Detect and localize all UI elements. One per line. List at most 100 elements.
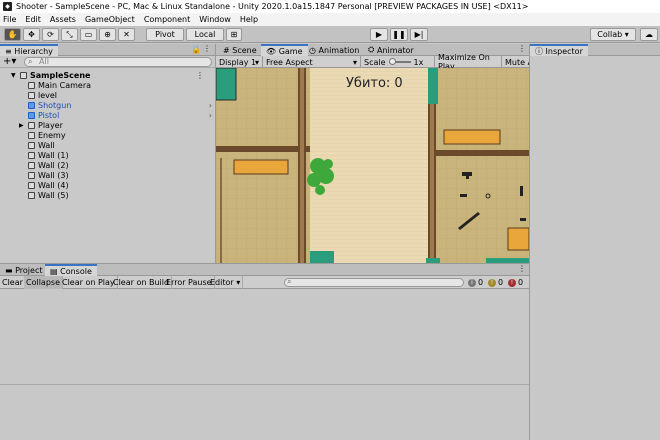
gameobject-icon bbox=[28, 81, 35, 89]
display-dropdown[interactable]: Display 1 ▾ bbox=[216, 56, 263, 68]
lock-icon[interactable]: 🔒 bbox=[191, 45, 201, 54]
hierarchy-item-label: Wall (5) bbox=[38, 190, 69, 200]
gameobject-icon bbox=[28, 111, 35, 119]
move-tool-icon[interactable]: ✥ bbox=[23, 28, 40, 41]
tab-project[interactable]: ▬ Project bbox=[0, 264, 47, 276]
info-count-toggle[interactable]: i0 bbox=[468, 277, 483, 288]
scale-tool-icon[interactable]: ⤡ bbox=[61, 28, 78, 41]
gameobject-icon bbox=[28, 151, 35, 159]
unity-logo-icon: ◆ bbox=[3, 2, 12, 11]
gameobject-icon bbox=[28, 191, 35, 199]
hierarchy-item[interactable]: Wall (5) bbox=[28, 190, 218, 200]
menu-window[interactable]: Window bbox=[199, 15, 231, 24]
collab-dropdown[interactable]: Collab ▾ bbox=[590, 28, 636, 41]
window-title: Shooter - SampleScene - PC, Mac & Linux … bbox=[16, 2, 529, 11]
rect-tool-icon[interactable]: ▭ bbox=[80, 28, 97, 41]
hierarchy-panel: ≡ Hierarchy 🔒 ⋮ +▾ All ⌕ ▼ SampleScene ⋮ Ma… bbox=[0, 44, 216, 263]
game-view-toolbar: Display 1 ▾ Free Aspect ▾ Scale 1x Maximiz… bbox=[216, 53, 529, 71]
info-icon: i bbox=[468, 278, 476, 287]
hierarchy-item[interactable]: Wall (1) bbox=[28, 150, 218, 160]
panel-menu-icon[interactable]: ⋮ bbox=[518, 264, 526, 273]
error-pause-button[interactable]: Error Pause bbox=[164, 276, 215, 289]
cloud-icon[interactable]: ☁ bbox=[640, 28, 658, 41]
prefab-open-icon[interactable]: › bbox=[209, 111, 212, 120]
step-icon[interactable]: ▶| bbox=[410, 28, 428, 41]
hierarchy-item[interactable]: Main Camera bbox=[28, 80, 218, 90]
panel-menu-icon[interactable]: ⋮ bbox=[203, 44, 211, 53]
local-toggle[interactable]: Local bbox=[186, 28, 224, 41]
tab-console[interactable]: ▤ Console bbox=[45, 264, 97, 276]
hierarchy-item[interactable]: level bbox=[28, 90, 218, 100]
mute-audio-toggle[interactable]: Mute A bbox=[502, 56, 529, 68]
pause-icon[interactable]: ❚❚ bbox=[390, 28, 408, 41]
gameobject-icon bbox=[28, 101, 35, 109]
hierarchy-item[interactable]: ▼ SampleScene ⋮ bbox=[11, 70, 210, 80]
hierarchy-item-label: Wall (3) bbox=[38, 170, 69, 180]
hierarchy-item-label: SampleScene bbox=[30, 70, 91, 80]
play-icon[interactable]: ▶ bbox=[370, 28, 388, 41]
clear-button[interactable]: Clear bbox=[0, 276, 26, 289]
error-count-toggle[interactable]: ! 0 bbox=[508, 277, 523, 288]
hierarchy-item[interactable]: Wall (2) bbox=[28, 160, 218, 170]
panel-menu-icon[interactable]: ⋮ bbox=[518, 44, 526, 53]
scale-slider[interactable]: Scale 1x bbox=[361, 56, 435, 68]
hand-tool-icon[interactable]: ✋ bbox=[4, 28, 21, 41]
gameobject-icon bbox=[28, 161, 35, 169]
console-panel: ▬ Project ▤ Console ⋮ Clear Collapse Cle… bbox=[0, 263, 529, 440]
hierarchy-item[interactable]: Wall (4) bbox=[28, 180, 218, 190]
hierarchy-item-label: Wall bbox=[38, 140, 55, 150]
menu-component[interactable]: Component bbox=[144, 15, 190, 24]
menu-bar: File Edit Assets GameObject Component Wi… bbox=[0, 13, 660, 26]
menu-file[interactable]: File bbox=[3, 15, 16, 24]
gameobject-icon bbox=[28, 91, 35, 99]
rotate-tool-icon[interactable]: ⟳ bbox=[42, 28, 59, 41]
expand-arrow-icon[interactable]: ▼ bbox=[11, 72, 16, 79]
clear-on-build-button[interactable]: Clear on Build bbox=[111, 276, 173, 289]
warning-count-toggle[interactable]: ! 0 bbox=[488, 277, 503, 288]
editor-dropdown[interactable]: Editor ▾ bbox=[208, 276, 244, 289]
console-tabbar: ▬ Project ▤ Console ⋮ bbox=[0, 264, 529, 276]
hierarchy-item[interactable]: Pistol › bbox=[28, 110, 218, 120]
warning-icon: ! bbox=[488, 278, 496, 287]
menu-gameobject[interactable]: GameObject bbox=[85, 15, 135, 24]
gameobject-icon bbox=[28, 141, 35, 149]
collapse-arrow-icon[interactable]: ▶ bbox=[19, 122, 24, 129]
menu-edit[interactable]: Edit bbox=[25, 15, 41, 24]
hierarchy-search-input[interactable]: All bbox=[24, 57, 212, 67]
console-toolbar: Clear Collapse Clear on Play Clear on Bu… bbox=[0, 276, 529, 289]
hierarchy-item[interactable]: Enemy bbox=[28, 130, 218, 140]
tab-scene[interactable]: # Scene bbox=[218, 44, 262, 56]
search-icon: ⌕ bbox=[287, 277, 292, 286]
aspect-dropdown[interactable]: Free Aspect ▾ bbox=[263, 56, 361, 68]
tab-animator[interactable]: ⛭ Animator bbox=[363, 44, 419, 56]
transform-tool-icon[interactable]: ⊕ bbox=[99, 28, 116, 41]
tab-game[interactable]: 👁 Game bbox=[261, 44, 308, 56]
prefab-open-icon[interactable]: › bbox=[209, 101, 212, 110]
pivot-toggle[interactable]: Pivot bbox=[146, 28, 184, 41]
gameobject-icon bbox=[28, 181, 35, 189]
menu-help[interactable]: Help bbox=[240, 15, 258, 24]
console-search-input[interactable] bbox=[284, 278, 464, 287]
hierarchy-item[interactable]: Wall (3) bbox=[28, 170, 218, 180]
game-render bbox=[216, 68, 529, 263]
tab-inspector[interactable]: ⓘ Inspector bbox=[530, 44, 588, 56]
hierarchy-item[interactable]: ▶ Player bbox=[19, 120, 218, 130]
menu-assets[interactable]: Assets bbox=[50, 15, 76, 24]
game-view[interactable]: Убито: 0 bbox=[216, 68, 529, 263]
tab-animation[interactable]: ◷ Animation bbox=[304, 44, 364, 56]
maximize-on-play-toggle[interactable]: Maximize On Play bbox=[435, 53, 502, 71]
hierarchy-search-row: +▾ All ⌕ bbox=[0, 56, 215, 68]
hierarchy-item[interactable]: Wall bbox=[28, 140, 218, 150]
scene-menu-icon[interactable]: ⋮ bbox=[196, 71, 204, 80]
clear-on-play-button[interactable]: Clear on Play bbox=[60, 276, 118, 289]
search-icon: ⌕ bbox=[28, 57, 33, 66]
custom-tool-icon[interactable]: ✕ bbox=[118, 28, 135, 41]
hierarchy-item[interactable]: Shotgun › bbox=[28, 100, 218, 110]
kills-counter: Убито: 0 bbox=[346, 76, 403, 91]
scene-icon bbox=[20, 71, 27, 79]
add-icon[interactable]: +▾ bbox=[3, 56, 16, 67]
grid-snap-icon[interactable]: ⊞ bbox=[226, 28, 242, 41]
tab-hierarchy[interactable]: ≡ Hierarchy bbox=[0, 44, 58, 56]
collapse-button[interactable]: Collapse bbox=[24, 276, 63, 289]
hierarchy-tabbar: ≡ Hierarchy 🔒 ⋮ bbox=[0, 44, 215, 56]
